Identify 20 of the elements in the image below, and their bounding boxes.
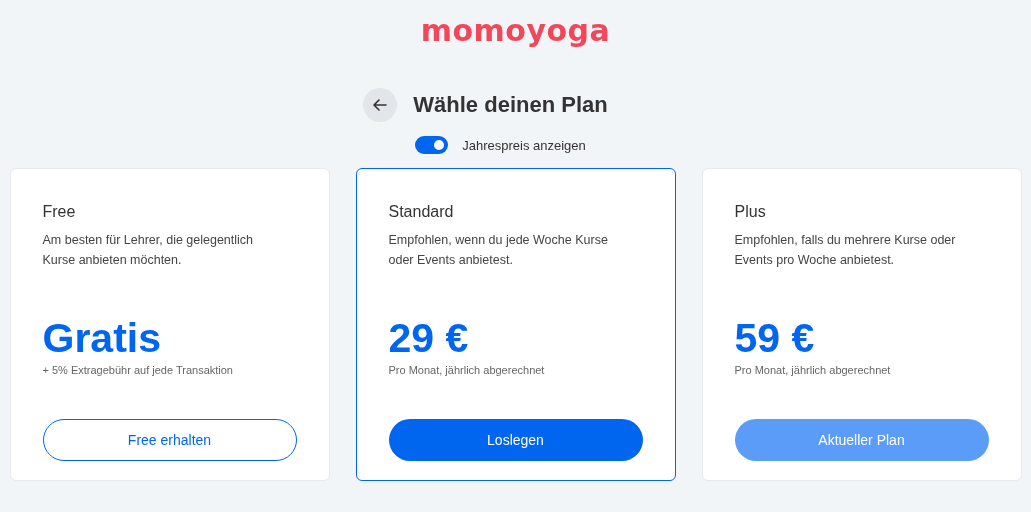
plan-description: Empfohlen, wenn du jede Woche Kurse oder Events anbietest. [388, 232, 609, 269]
back-arrow-icon [373, 99, 388, 111]
plan-name: Free [42, 203, 77, 221]
price-note: + 5% Extragebühr auf jede Transaktion [42, 364, 234, 376]
plan-price: 29 € [388, 316, 470, 360]
logo: momoyoga [420, 12, 611, 50]
plan-name: Standard [388, 203, 455, 221]
plan-button[interactable]: Loslegen [388, 419, 643, 461]
annual-price-switch[interactable] [415, 136, 449, 154]
plan-description: Am besten für Lehrer, die gelegentlich Kurse anbieten möchten. [42, 232, 255, 269]
plan-description: Empfohlen, falls du mehrere Kurse oder Events pro Woche anbietest. [734, 232, 957, 269]
plan-price: Gratis [42, 316, 162, 360]
back-button[interactable] [363, 88, 398, 122]
price-note: Pro Monat, jährlich abgerechnet [388, 364, 546, 376]
plan-name: Plus [734, 203, 767, 221]
plan-price: 59 € [734, 316, 816, 360]
switch-label: Jahrespreis anzeigen [462, 137, 586, 153]
plan-button[interactable]: Free erhalten [42, 419, 297, 461]
page-title: Wähle deinen Plan [413, 92, 608, 118]
price-note: Pro Monat, jährlich abgerechnet [734, 364, 892, 376]
